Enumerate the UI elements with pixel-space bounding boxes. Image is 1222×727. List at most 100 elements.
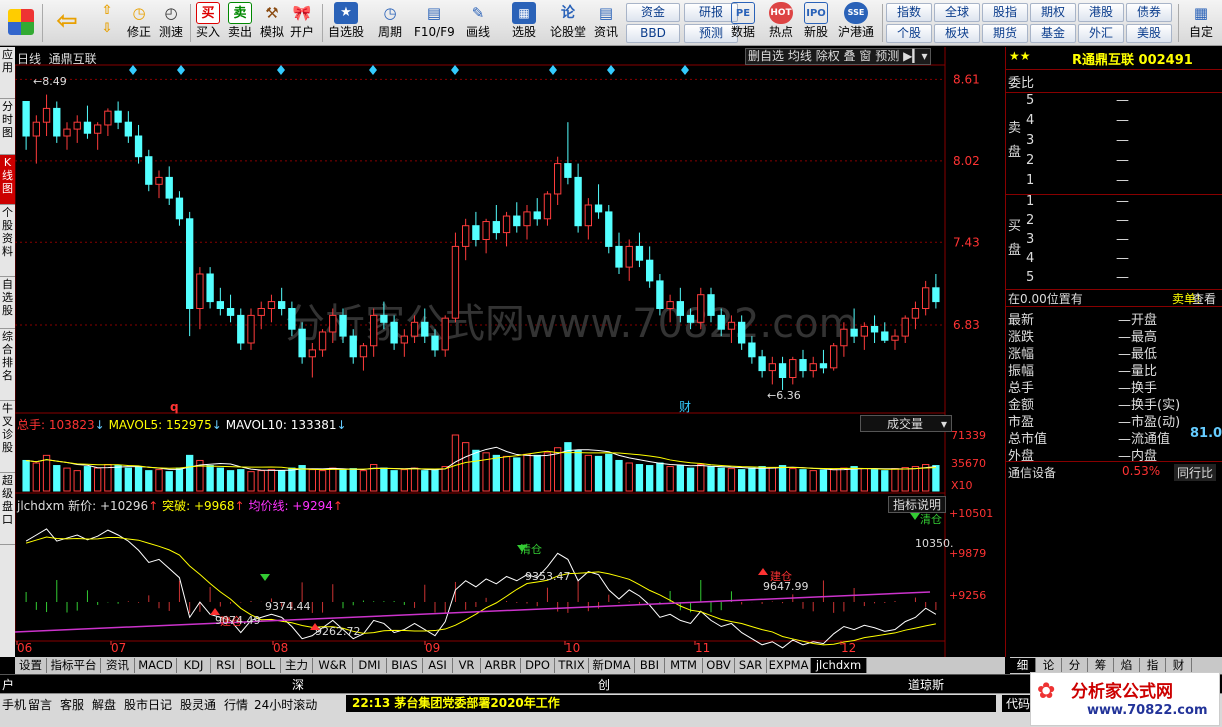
- expand-arrow-icon[interactable]: ▶▎▾: [903, 49, 927, 63]
- indicator-tab-asi[interactable]: ASI: [423, 658, 453, 673]
- indicator-tab-0[interactable]: 设置: [15, 658, 47, 673]
- indicator-explain-button[interactable]: 指标说明: [888, 496, 946, 513]
- global-button[interactable]: 全球: [934, 3, 980, 22]
- indicator-tab-mtm[interactable]: MTM: [665, 658, 703, 673]
- quote-tab-5[interactable]: 指: [1140, 658, 1166, 673]
- ipo-button[interactable]: IPO 新股: [801, 2, 831, 44]
- buy-button[interactable]: 买 买入: [194, 2, 222, 44]
- forum-button[interactable]: 论 论股堂: [548, 2, 588, 44]
- futures-button[interactable]: 期货: [982, 24, 1028, 43]
- status-quote[interactable]: 行情: [224, 696, 248, 713]
- indicator-tab-arbr[interactable]: ARBR: [481, 658, 521, 673]
- indicator-tab-expma[interactable]: EXPMA: [767, 658, 811, 673]
- quote-tab-0[interactable]: 细: [1010, 658, 1036, 673]
- ma-button[interactable]: 均线: [788, 49, 812, 63]
- status-diary[interactable]: 股市日记: [124, 696, 172, 713]
- indicator-tab-dma[interactable]: 新DMA: [589, 658, 635, 673]
- down-arrow-icon[interactable]: ⇩: [95, 20, 119, 38]
- sell-button[interactable]: 卖 卖出: [226, 2, 254, 44]
- indicator-tab-7[interactable]: 主力: [281, 658, 313, 673]
- simulate-button[interactable]: ⚒ 模拟: [258, 2, 286, 44]
- hk-connect-button[interactable]: SSE 沪港通: [836, 2, 876, 44]
- indicator-tab-sar[interactable]: SAR: [735, 658, 767, 673]
- tab-apps[interactable]: 应用: [0, 47, 15, 99]
- tab-profile[interactable]: 个股资料: [0, 205, 15, 277]
- status-service[interactable]: 客服: [60, 696, 84, 713]
- index-dow[interactable]: 道琼斯: [908, 676, 944, 693]
- stocks-button[interactable]: 个股: [886, 24, 932, 43]
- indicator-tab-2[interactable]: 资讯: [101, 658, 135, 673]
- indicator-tab-1[interactable]: 指标平台: [47, 658, 101, 673]
- remove-watchlist-button[interactable]: 删自选: [748, 49, 784, 63]
- stock-picker-button[interactable]: ▦ 选股: [504, 2, 544, 44]
- options-button[interactable]: 期权: [1030, 3, 1076, 22]
- f10-button[interactable]: ▤ F10/F9: [414, 2, 455, 44]
- fix-button[interactable]: ◷ 修正: [124, 2, 154, 44]
- tab-diagnosis[interactable]: 牛叉诊股: [0, 401, 15, 473]
- indicator-tab-vr[interactable]: VR: [453, 658, 481, 673]
- indicator-tab-jlchdxm[interactable]: jlchdxm: [811, 658, 867, 673]
- kline-chart-area[interactable]: 8.61 8.02 7.43 6.83 分析家公式网www.70822.com ←8.49…: [15, 47, 1005, 657]
- hk-stocks-button[interactable]: 港股: [1078, 3, 1124, 22]
- back-arrow-icon[interactable]: ⇦: [50, 2, 84, 44]
- indicator-tab-boll[interactable]: BOLL: [241, 658, 281, 673]
- quote-tab-1[interactable]: 论: [1036, 658, 1062, 673]
- bbd-button[interactable]: BBD: [626, 24, 680, 43]
- funds-button[interactable]: 基金: [1030, 24, 1076, 43]
- forex-button[interactable]: 外汇: [1078, 24, 1124, 43]
- bonds-button[interactable]: 债券: [1126, 3, 1172, 22]
- indicator-tab-dmi[interactable]: DMI: [353, 658, 387, 673]
- index-sh[interactable]: 户: [2, 676, 14, 693]
- news-button[interactable]: ▤ 资讯: [592, 2, 620, 44]
- data-button[interactable]: PE 数据: [728, 2, 758, 44]
- indicator-tab-wr[interactable]: W&R: [313, 658, 353, 673]
- hotspot-button[interactable]: HOT 热点: [766, 2, 796, 44]
- quote-tab-6[interactable]: 财: [1166, 658, 1192, 673]
- futures-index-button[interactable]: 股指: [982, 3, 1028, 22]
- watchlist-button[interactable]: ★ 自选股: [326, 2, 366, 44]
- window-button[interactable]: 窗: [859, 49, 871, 63]
- indicator-tab-rsi[interactable]: RSI: [211, 658, 241, 673]
- status-lingtong[interactable]: 股灵通: [180, 696, 216, 713]
- volume-dropdown[interactable]: 成交量 ▾: [860, 415, 952, 432]
- tab-kline[interactable]: K线图: [0, 155, 15, 205]
- quote-tab-2[interactable]: 分: [1062, 658, 1088, 673]
- industry-label[interactable]: 通信设备: [1008, 464, 1056, 481]
- news-ticker[interactable]: 22:13 茅台集团党委部署2020年工作: [346, 695, 996, 712]
- fund-flow-button[interactable]: 资金: [626, 3, 680, 22]
- open-account-button[interactable]: 🎀 开户: [288, 2, 316, 44]
- same-industry-button[interactable]: 同行比: [1174, 464, 1217, 481]
- tab-intraday[interactable]: 分时图: [0, 99, 15, 155]
- status-mobile[interactable]: 手机: [2, 696, 26, 713]
- status-rolling[interactable]: 24小时滚动: [254, 696, 317, 713]
- tab-watchlist[interactable]: 自选股: [0, 277, 15, 329]
- indicator-tab-macd[interactable]: MACD: [135, 658, 177, 673]
- quote-tab-3[interactable]: 筹: [1088, 658, 1114, 673]
- indicator-tab-bias[interactable]: BIAS: [387, 658, 423, 673]
- tab-ranking[interactable]: 综合排名: [0, 329, 15, 401]
- check-link[interactable]: 查看: [1192, 290, 1216, 307]
- index-button[interactable]: 指数: [886, 3, 932, 22]
- speed-test-button[interactable]: ◴ 测速: [156, 2, 186, 44]
- indicator-tab-dpo[interactable]: DPO: [521, 658, 555, 673]
- custom-button[interactable]: ▦ 自定: [1184, 2, 1218, 44]
- index-cyb[interactable]: 创: [598, 676, 610, 693]
- forecast-chart-button[interactable]: 预测: [875, 49, 899, 63]
- status-message[interactable]: 留言: [28, 696, 52, 713]
- overlay-button[interactable]: 叠: [844, 49, 856, 63]
- indicator-tab-bbi[interactable]: BBI: [635, 658, 665, 673]
- indicator-tab-kdj[interactable]: KDJ: [177, 658, 211, 673]
- us-stocks-button[interactable]: 美股: [1126, 24, 1172, 43]
- draw-line-button[interactable]: ✎ 画线: [458, 2, 498, 44]
- status-analysis[interactable]: 解盘: [92, 696, 116, 713]
- chart-canvas[interactable]: 8.618.027.436.83分析家公式网www.70822.com←8.49…: [15, 47, 1005, 657]
- indicator-tab-trix[interactable]: TRIX: [555, 658, 589, 673]
- app-grid-icon[interactable]: [6, 2, 36, 44]
- tab-super-book[interactable]: 超级盘口: [0, 473, 15, 545]
- up-arrow-icon[interactable]: ⇧ ⇩: [94, 2, 120, 44]
- indicator-tab-obv[interactable]: OBV: [703, 658, 735, 673]
- sector-button[interactable]: 板块: [934, 24, 980, 43]
- period-button[interactable]: ◷ 周期: [370, 2, 410, 44]
- quote-tab-4[interactable]: 焰: [1114, 658, 1140, 673]
- ex-rights-button[interactable]: 除权: [816, 49, 840, 63]
